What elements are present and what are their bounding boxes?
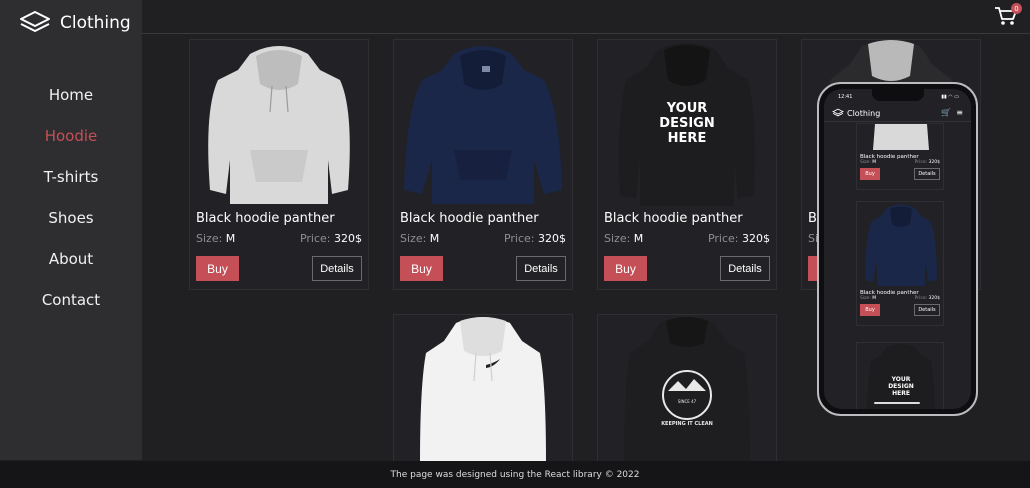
product-price: Price: 320$ xyxy=(707,232,770,245)
product-name: Black hoodie panther xyxy=(196,211,335,226)
product-size: Size: M xyxy=(196,232,236,245)
phone-preview: 12:41 ▮▮ ◠ ▭ Clothing 🛒 ≡ Black hoodie p… xyxy=(817,82,978,416)
product-size: Size: M xyxy=(400,232,440,245)
details-button[interactable]: Details xyxy=(914,168,940,180)
signal-battery-icon: ▮▮ ◠ ▭ xyxy=(941,94,959,100)
phone-product-card: YOUR DESIGN HERE xyxy=(856,342,944,409)
print-text: KEEPING IT CLEAN xyxy=(661,421,713,427)
sidebar: Clothing Home Hoodie T-shirts Shoes Abou… xyxy=(0,0,142,460)
buy-button[interactable]: Buy xyxy=(400,256,443,281)
nav-item-tshirts[interactable]: T-shirts xyxy=(0,156,142,197)
details-button[interactable]: Details xyxy=(516,256,566,281)
menu-icon[interactable]: ≡ xyxy=(956,108,963,117)
buy-button[interactable]: Buy xyxy=(860,304,880,316)
layers-icon xyxy=(20,11,50,32)
details-button[interactable]: Details xyxy=(312,256,362,281)
product-image[interactable] xyxy=(857,202,945,286)
buy-button[interactable]: Buy xyxy=(860,168,880,180)
top-bar: 0 xyxy=(142,0,1030,34)
brand-logo[interactable]: Clothing xyxy=(18,9,131,37)
print-text: HERE xyxy=(892,390,910,397)
details-button[interactable]: Details xyxy=(914,304,940,316)
print-text: YOUR xyxy=(666,101,708,116)
cart-badge: 0 xyxy=(1011,3,1022,14)
product-card xyxy=(393,314,573,464)
phone-time: 12:41 xyxy=(838,94,853,100)
product-card: Black hoodie panther Size: M Price: 320$… xyxy=(189,39,369,290)
phone-header-icons: 🛒 ≡ xyxy=(941,108,963,117)
product-name: Black hoodie panther xyxy=(400,211,539,226)
sidebar-nav: Home Hoodie T-shirts Shoes About Contact xyxy=(0,74,142,320)
product-card: Black hoodie panther Size: M Price: 320$… xyxy=(393,39,573,290)
nav-item-about[interactable]: About xyxy=(0,238,142,279)
phone-brand-name: Clothing xyxy=(847,108,881,118)
layers-icon xyxy=(832,108,844,117)
buy-button[interactable]: Buy xyxy=(196,256,239,281)
product-image[interactable] xyxy=(190,40,368,208)
print-text: YOUR xyxy=(891,376,911,383)
nav-item-hoodie[interactable]: Hoodie xyxy=(0,115,142,156)
print-text: DESIGN xyxy=(888,383,914,390)
product-card: YOUR DESIGN HERE Black hoodie panther Si… xyxy=(597,39,777,290)
product-size: Size: M xyxy=(604,232,644,245)
product-price: Price: 320$ xyxy=(503,232,566,245)
print-text: HERE xyxy=(668,131,707,146)
nav-item-home[interactable]: Home xyxy=(0,74,142,115)
product-image[interactable]: YOUR DESIGN HERE xyxy=(857,343,945,409)
product-image[interactable]: SINCE 47 KEEPING IT CLEAN xyxy=(598,315,776,461)
cart-icon[interactable]: 🛒 xyxy=(941,108,951,117)
brand-name: Clothing xyxy=(60,13,131,33)
phone-notch xyxy=(872,89,924,101)
phone-brand[interactable]: Clothing xyxy=(832,108,880,118)
product-name: B xyxy=(808,211,817,226)
product-name: Black hoodie panther xyxy=(604,211,743,226)
print-text: DESIGN xyxy=(659,116,714,131)
nav-item-shoes[interactable]: Shoes xyxy=(0,197,142,238)
print-text: SINCE 47 xyxy=(678,399,697,404)
details-button[interactable]: Details xyxy=(720,256,770,281)
product-image[interactable] xyxy=(857,124,945,150)
buy-button[interactable]: Buy xyxy=(604,256,647,281)
home-indicator xyxy=(874,402,920,404)
product-image[interactable]: YOUR DESIGN HERE xyxy=(598,40,776,208)
phone-product-card: Black hoodie panther Size: M Price: 320$ … xyxy=(856,201,944,326)
cart-button[interactable]: 0 xyxy=(994,3,1022,27)
product-price: Price: 320$ xyxy=(299,232,362,245)
product-image[interactable] xyxy=(394,315,572,461)
product-card: SINCE 47 KEEPING IT CLEAN xyxy=(597,314,777,464)
phone-header: Clothing 🛒 ≡ xyxy=(824,102,971,122)
phone-product-card: Black hoodie panther Size: M Price: 320$ … xyxy=(856,123,944,190)
nav-item-contact[interactable]: Contact xyxy=(0,279,142,320)
phone-screen: 12:41 ▮▮ ◠ ▭ Clothing 🛒 ≡ Black hoodie p… xyxy=(824,89,971,409)
footer: The page was designed using the React li… xyxy=(0,461,1030,488)
product-image[interactable] xyxy=(394,40,572,208)
